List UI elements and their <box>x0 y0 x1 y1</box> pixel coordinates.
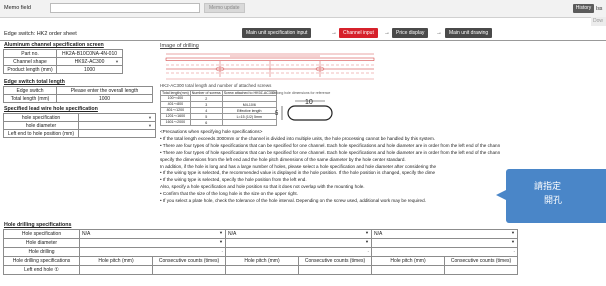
chevron-down-icon: ▼ <box>148 122 152 128</box>
chevron-down-icon: ▼ <box>511 239 515 244</box>
total-length-value[interactable]: 1000 <box>56 94 153 103</box>
chevron-down-icon: ▼ <box>365 239 369 244</box>
left-end-label: Left end to hole position (mm) <box>3 129 79 138</box>
product-length-label: Product length (mm) <box>3 65 57 74</box>
memo-field-label: Memo field <box>4 5 31 11</box>
consecutive-counts-input-3[interactable] <box>444 265 518 275</box>
hole-spec-select-2[interactable]: N/A ▼ <box>225 229 372 239</box>
precaution-line: <Precautions when specifying hole specif… <box>160 129 263 134</box>
hole-spec-select-3[interactable]: N/A ▼ <box>371 229 518 239</box>
sheet-title: Edge switch: HK2 order sheet <box>4 31 77 37</box>
hole-pitch-header: Hole pitch (mm) <box>371 256 445 266</box>
drilling-diagram <box>165 53 375 80</box>
step-arrow-1: → <box>331 30 337 36</box>
hole-pitch-header: Hole pitch (mm) <box>79 256 153 266</box>
hole-diameter-select-2[interactable]: ▼ <box>225 238 372 248</box>
consecutive-counts-input-1[interactable] <box>152 265 226 275</box>
mini-header: Total length(mm) <box>160 90 191 96</box>
lead-wire-table: hole specification ▼ hole diameter ▼ Lef… <box>3 113 156 138</box>
channel-shape-label: Channel shape <box>3 57 57 66</box>
step-main-unit-drawing[interactable]: Main unit drawing <box>445 28 493 38</box>
precaution-line: • If the total length exceeds 3000mm or … <box>160 135 436 141</box>
step-arrow-3: → <box>436 30 442 36</box>
top-bar: Memo field Memo update History Iss <box>0 0 606 18</box>
mini-header: Screw attached to HK9Z-AC300 <box>221 90 277 96</box>
tooltip-tail <box>496 190 506 200</box>
table-cell: 6 <box>189 119 223 126</box>
mini-header: Number of screws <box>189 90 223 96</box>
chevron-down-icon: ▼ <box>365 230 369 235</box>
chevron-down-icon: ▼ <box>219 239 223 244</box>
consecutive-counts-input-2[interactable] <box>298 265 372 275</box>
precaution-line: • There are four types of hole specifica… <box>160 142 501 148</box>
hole-diameter-row-label: Hole diameter <box>3 238 80 248</box>
lead-wire-section-title: Specified lead wire hole specification <box>4 106 98 112</box>
hole-diameter-select-3[interactable]: ▼ <box>371 238 518 248</box>
product-length-value[interactable]: 1000 <box>56 65 123 74</box>
hole-drilling-value-1: - <box>79 247 226 257</box>
slot-dim-top: 10 <box>305 99 313 106</box>
memo-update-button[interactable]: Memo update <box>204 3 245 13</box>
oblong-hole-label: Oblong hole dimensions for reference <box>272 91 331 95</box>
chevron-down-icon: ▼ <box>148 114 152 120</box>
hole-drilling-value-2: - <box>225 247 372 257</box>
hole-drilling-value-3: - <box>371 247 518 257</box>
left-end-hole-row-label: Left end hole ① <box>3 265 80 275</box>
issue-button-fragment[interactable]: Iss <box>596 6 602 12</box>
edge-switch-table: Edge switch Please enter the overall len… <box>3 86 153 103</box>
help-tooltip: 請指定 開孔 <box>506 169 606 223</box>
consecutive-counts-header: Consecutive counts (times) <box>152 256 226 266</box>
hole-pitch-header: Hole pitch (mm) <box>225 256 299 266</box>
left-end-input[interactable] <box>78 129 156 138</box>
channel-shape-select[interactable]: HK9Z-AC300 ▼ <box>56 57 123 66</box>
oblong-hole-drawing: 10 5 <box>275 99 333 121</box>
divider <box>0 40 606 41</box>
consecutive-counts-header: Consecutive counts (times) <box>298 256 372 266</box>
hole-specs-row-label: Hole drilling specifications <box>3 256 80 266</box>
hole-spec-select-1[interactable]: N/A ▼ <box>79 229 226 239</box>
step-channel-input[interactable]: Channel input <box>339 28 378 38</box>
hole-spec-select[interactable]: ▼ <box>78 113 156 122</box>
hole-drilling-row-label: Hole drilling <box>3 247 80 257</box>
edge-switch-label: Edge switch <box>3 86 57 95</box>
memo-field-input[interactable] <box>50 3 200 13</box>
part-no-value: HK2A-B10C0NA-4N-010 <box>56 49 123 58</box>
table-cell: 1601～2000 <box>160 119 191 126</box>
hole-pitch-input-1[interactable] <box>79 265 153 275</box>
consecutive-counts-header: Consecutive counts (times) <box>444 256 518 266</box>
drilling-subtitle: HK2-AC300 total length and number of att… <box>160 83 272 88</box>
aluminum-table: Part no. HK2A-B10C0NA-4N-010 Channel sha… <box>3 49 123 74</box>
hole-diameter-select[interactable]: ▼ <box>78 121 156 130</box>
drilling-image-title: Image of drilling <box>160 43 199 49</box>
aluminum-section-title: Aluminum channel specification screen <box>4 42 104 48</box>
chevron-down-icon: ▼ <box>219 230 223 235</box>
edge-switch-note: Please enter the overall length <box>56 86 153 95</box>
precaution-line: • There are four types of hole specifica… <box>160 149 501 155</box>
chevron-down-icon: ▼ <box>115 58 119 64</box>
slot-dim-side: 5 <box>275 111 279 117</box>
screw-count-table: Total length(mm) Number of screws Screw … <box>160 90 277 126</box>
history-button[interactable]: History <box>573 4 594 13</box>
tooltip-line: 開孔 <box>544 195 563 205</box>
hole-diameter-label: hole diameter <box>3 121 79 130</box>
table-cell <box>221 119 277 126</box>
precaution-line: specify the dimensions from the left end… <box>160 156 406 162</box>
hole-spec-label: hole specification <box>3 113 79 122</box>
tooltip-line: 請指定 <box>534 181 562 191</box>
hole-spec-row-label: Hole specification <box>3 229 80 239</box>
total-length-label: Total length (mm) <box>3 94 57 103</box>
step-price-display[interactable]: Price display <box>392 28 429 38</box>
hole-pitch-input-2[interactable] <box>225 265 299 275</box>
download-button-fragment[interactable]: Dow <box>591 17 606 26</box>
chevron-down-icon: ▼ <box>511 230 515 235</box>
edge-switch-section-title: Edge switch total length <box>4 79 65 85</box>
hole-diameter-select-1[interactable]: ▼ <box>79 238 226 248</box>
part-no-label: Part no. <box>3 49 57 58</box>
hole-drilling-table: Hole specification N/A ▼ N/A ▼ N/A ▼ Hole d… <box>3 229 518 275</box>
hole-drilling-section-title: Hole drilling specifications <box>4 222 72 228</box>
step-main-unit-spec[interactable]: Main unit specification input <box>242 28 312 38</box>
hole-pitch-input-3[interactable] <box>371 265 445 275</box>
step-arrow-2: → <box>384 30 390 36</box>
